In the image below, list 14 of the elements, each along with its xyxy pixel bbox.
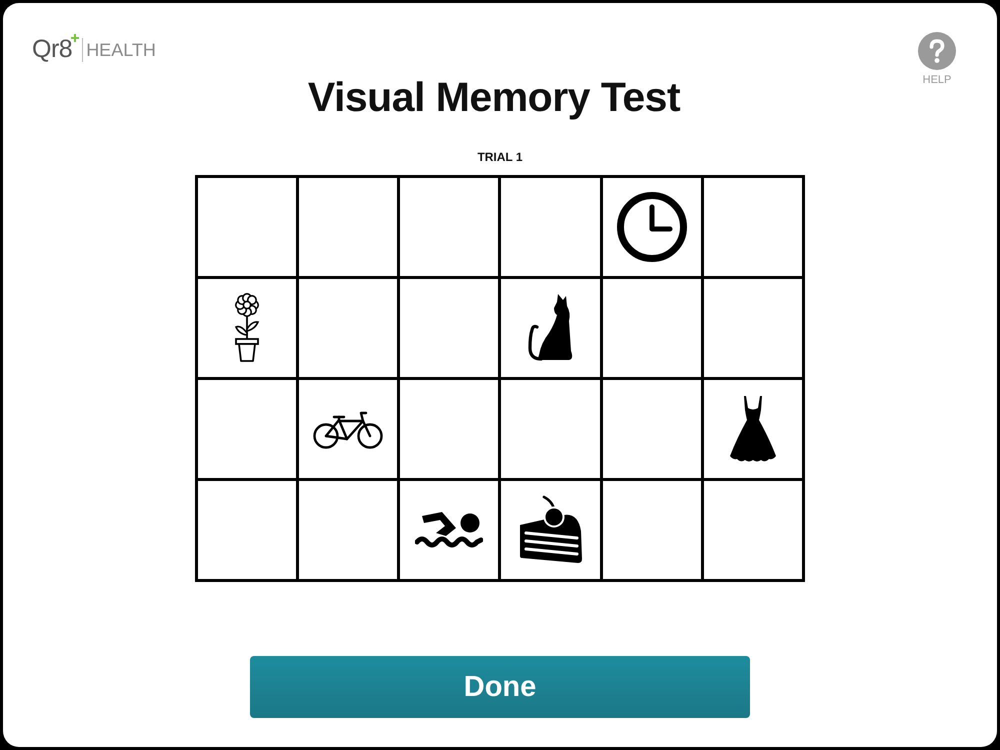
page-title: Visual Memory Test <box>308 77 680 118</box>
dress-icon <box>728 394 777 464</box>
flower-pot-icon <box>233 293 262 363</box>
help-button[interactable]: HELP <box>918 32 956 86</box>
cat-icon <box>526 293 575 363</box>
swimmer-icon <box>415 511 484 549</box>
trial-label: TRIAL 1 <box>477 151 523 163</box>
plus-icon <box>71 34 80 42</box>
cake-slice-icon <box>518 495 584 565</box>
brand-suffix: HEALTH <box>86 40 156 58</box>
done-button[interactable]: Done <box>250 656 750 718</box>
brand-name: Qr8 <box>32 37 72 62</box>
help-icon <box>918 32 956 70</box>
clock-icon <box>616 192 687 262</box>
